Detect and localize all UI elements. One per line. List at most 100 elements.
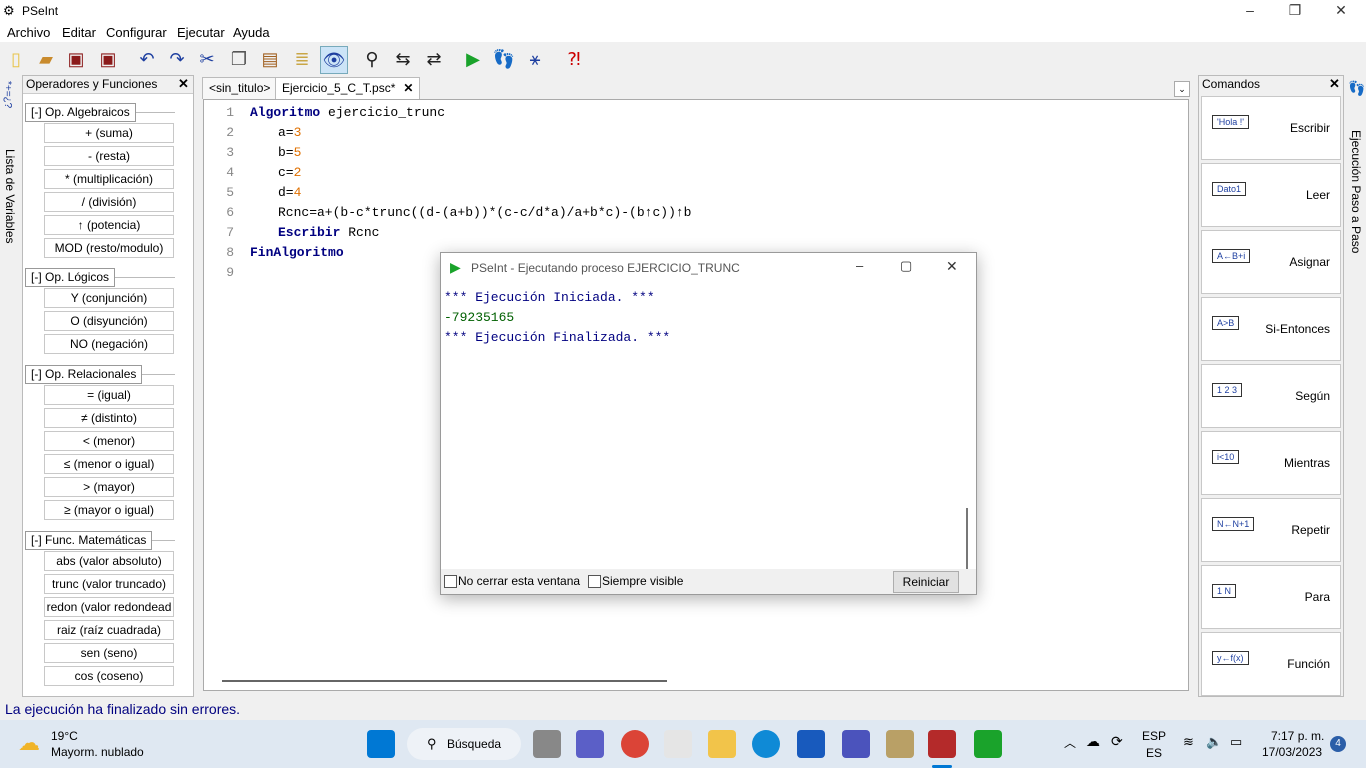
preview-icon[interactable]: 👁	[320, 46, 348, 74]
cloud-icon[interactable]: ☁	[1086, 733, 1100, 750]
group-header[interactable]: [-] Op. Relacionales	[25, 365, 143, 384]
windows-start-icon[interactable]	[367, 730, 395, 758]
search-prev-icon[interactable]: ⇆	[390, 46, 416, 72]
volume-icon[interactable]: 🔈	[1206, 734, 1222, 750]
new-file-icon[interactable]: ▯	[3, 46, 29, 72]
no-close-checkbox[interactable]	[444, 575, 457, 588]
language-top[interactable]: ESP	[1142, 729, 1166, 743]
sync-icon[interactable]: ⟳	[1111, 733, 1123, 750]
copy-icon[interactable]: ❐	[226, 46, 252, 72]
group-header[interactable]: [-] Func. Matemáticas	[25, 531, 153, 550]
operator-button[interactable]: - (resta)	[44, 146, 174, 166]
operator-button[interactable]: ↑ (potencia)	[44, 215, 174, 235]
notification-badge[interactable]: 4	[1330, 736, 1346, 752]
chevron-up-icon[interactable]: ︿	[1064, 734, 1076, 751]
menu-ejecutar[interactable]: Ejecutar	[177, 25, 225, 40]
group-header[interactable]: [-] Op. Lógicos	[25, 268, 116, 287]
operator-button[interactable]: ≥ (mayor o igual)	[44, 500, 174, 520]
close-panel-icon[interactable]: ✕	[1329, 76, 1340, 92]
restore-button[interactable]: ❐	[1272, 0, 1318, 22]
teams-icon[interactable]	[842, 730, 870, 758]
horizontal-scrollbar[interactable]	[222, 680, 667, 682]
help-icon[interactable]: ⁈	[561, 46, 587, 72]
operator-button[interactable]: abs (valor absoluto)	[44, 551, 174, 571]
menu-configurar[interactable]: Configurar	[106, 25, 167, 40]
operator-button[interactable]: Y (conjunción)	[44, 288, 174, 308]
output-scrollbar[interactable]	[966, 508, 968, 576]
weather-icon[interactable]: ☁	[18, 730, 40, 756]
pseint-icon[interactable]	[928, 730, 956, 758]
close-button[interactable]: ✕	[1318, 0, 1364, 22]
operator-button[interactable]: NO (negación)	[44, 334, 174, 354]
command-button[interactable]: 'Hola !' Escribir	[1201, 96, 1341, 160]
command-button[interactable]: Dato1 Leer	[1201, 163, 1341, 227]
operator-button[interactable]: ≠ (distinto)	[44, 408, 174, 428]
menu-editar[interactable]: Editar	[62, 25, 96, 40]
menu-ayuda[interactable]: Ayuda	[233, 25, 270, 40]
word-icon[interactable]	[797, 730, 825, 758]
save-icon[interactable]: ▣	[63, 46, 89, 72]
indent-icon[interactable]: ≣	[289, 46, 315, 72]
weather-desc[interactable]: Mayorm. nublado	[51, 745, 144, 759]
weather-temp[interactable]: 19°C	[51, 729, 78, 743]
operator-button[interactable]: ≤ (menor o igual)	[44, 454, 174, 474]
command-button[interactable]: i<10 Mientras	[1201, 431, 1341, 495]
operator-button[interactable]: sen (seno)	[44, 643, 174, 663]
chat-icon[interactable]	[576, 730, 604, 758]
command-button[interactable]: y←f(x) Función	[1201, 632, 1341, 696]
operator-button[interactable]: * (multiplicación)	[44, 169, 174, 189]
operator-button[interactable]: MOD (resto/modulo)	[44, 238, 174, 258]
close-tab-icon[interactable]: ✕	[403, 81, 413, 95]
operator-button[interactable]: trunc (valor truncado)	[44, 574, 174, 594]
diagram-icon[interactable]: ⚹	[522, 46, 548, 72]
redo-icon[interactable]: ↷	[164, 46, 190, 72]
step-icon[interactable]: 👣	[491, 46, 517, 72]
operator-button[interactable]: / (división)	[44, 192, 174, 212]
open-file-icon[interactable]: ▰	[33, 46, 59, 72]
minimize-button[interactable]: –	[1227, 0, 1273, 22]
operator-button[interactable]: O (disyunción)	[44, 311, 174, 331]
chrome-icon[interactable]	[621, 730, 649, 758]
language-bottom[interactable]: ES	[1146, 746, 1162, 760]
run-icon[interactable]: ▶	[460, 46, 486, 72]
command-button[interactable]: 1 N Para	[1201, 565, 1341, 629]
step-execution-tab[interactable]: 👣 Ejecución Paso a Paso	[1346, 78, 1366, 318]
pseint-run-icon[interactable]	[974, 730, 1002, 758]
clock-time[interactable]: 7:17 p. m.	[1271, 729, 1324, 743]
operator-button[interactable]: = (igual)	[44, 385, 174, 405]
edge-icon[interactable]	[752, 730, 780, 758]
tab-ejercicio[interactable]: Ejercicio_5_C_T.psc* ✕	[275, 77, 421, 99]
task-view-icon[interactable]	[533, 730, 561, 758]
operator-button[interactable]: redon (valor redondead	[44, 597, 174, 617]
store-icon[interactable]	[664, 730, 692, 758]
tab-sin-titulo[interactable]: <sin_titulo>	[202, 77, 278, 99]
wifi-icon[interactable]: ≋	[1183, 734, 1194, 750]
command-button[interactable]: A←B+i Asignar	[1201, 230, 1341, 294]
file-explorer-icon[interactable]	[708, 730, 736, 758]
paste-icon[interactable]: ▤	[257, 46, 283, 72]
operator-button[interactable]: raiz (raíz cuadrada)	[44, 620, 174, 640]
search-box[interactable]: ⚲ Búsqueda	[407, 728, 521, 760]
cut-icon[interactable]: ✂	[194, 46, 220, 72]
search-next-icon[interactable]: ⇄	[421, 46, 447, 72]
restart-button[interactable]: Reiniciar	[893, 571, 959, 593]
group-header[interactable]: [-] Op. Algebraicos	[25, 103, 136, 122]
minimize-button[interactable]: –	[856, 258, 863, 273]
menu-archivo[interactable]: Archivo	[7, 25, 50, 40]
operator-button[interactable]: > (mayor)	[44, 477, 174, 497]
operator-button[interactable]: + (suma)	[44, 123, 174, 143]
maximize-button[interactable]: ▢	[900, 258, 912, 274]
operator-button[interactable]: < (menor)	[44, 431, 174, 451]
command-button[interactable]: A>B Si-Entonces	[1201, 297, 1341, 361]
operator-button[interactable]: cos (coseno)	[44, 666, 174, 686]
close-button[interactable]: ✕	[946, 258, 958, 275]
battery-icon[interactable]: ▭	[1230, 734, 1242, 750]
search-icon[interactable]: ⚲	[359, 46, 385, 72]
clock-date[interactable]: 17/03/2023	[1262, 745, 1322, 759]
undo-icon[interactable]: ↶	[134, 46, 160, 72]
command-button[interactable]: N←N+1 Repetir	[1201, 498, 1341, 562]
app-icon[interactable]	[886, 730, 914, 758]
command-button[interactable]: 1 2 3 Según	[1201, 364, 1341, 428]
variables-tab[interactable]: *+=¿? Lista de Variables	[0, 77, 20, 697]
save-as-icon[interactable]: ▣	[95, 46, 121, 72]
